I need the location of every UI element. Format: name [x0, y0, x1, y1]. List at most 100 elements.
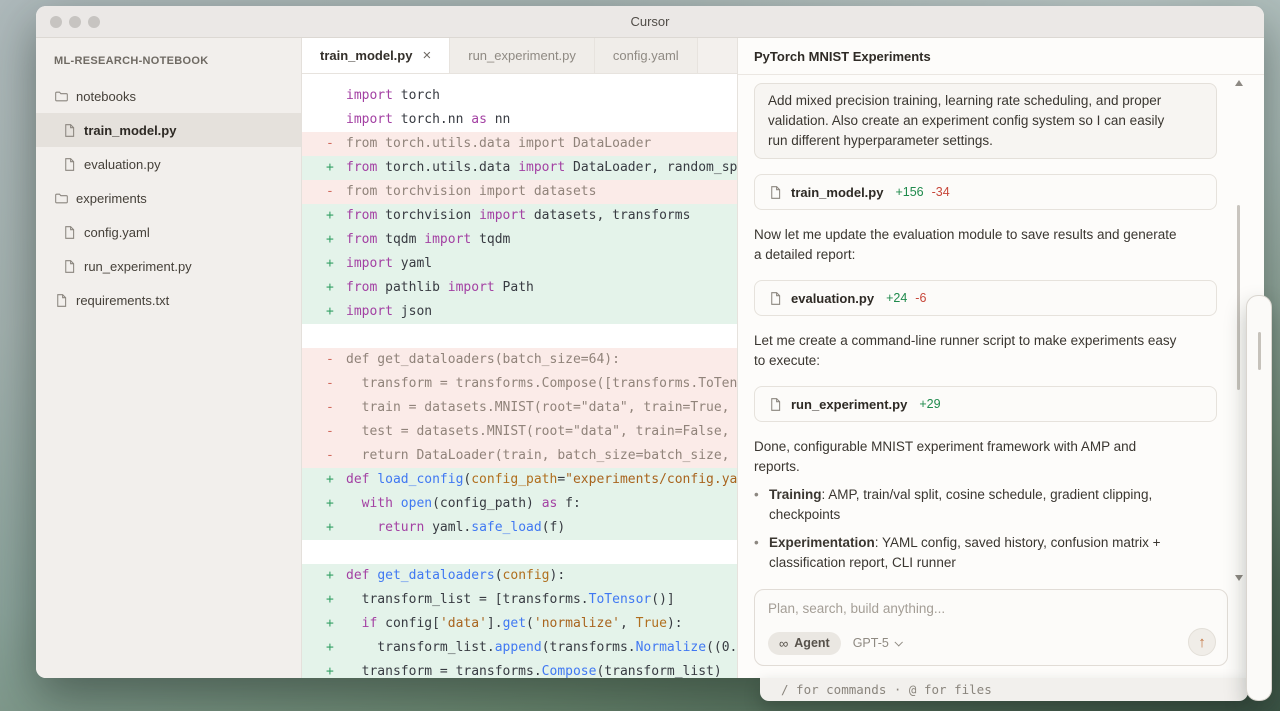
code-line: + transform_list.append(transforms.Norma…	[302, 636, 737, 660]
diff-added-count: +24	[886, 291, 907, 305]
code-line	[302, 324, 737, 348]
code-text: def load_config(config_path="experiments…	[346, 468, 737, 492]
minimize-button[interactable]	[69, 16, 81, 28]
bullet-dot: •	[754, 533, 769, 573]
diff-marker: -	[302, 444, 346, 468]
diff-marker	[302, 108, 346, 132]
code-text: from pathlib import Path	[346, 276, 534, 300]
code-text: transform_list = [transforms.ToTensor()]	[346, 588, 675, 612]
code-text: return DataLoader(train, batch_size=batc…	[346, 444, 737, 468]
bullet-item: •Training: AMP, train/val split, cosine …	[754, 485, 1217, 525]
sidebar-item-label: train_model.py	[84, 123, 176, 138]
chat-thread: Add mixed precision training, learning r…	[754, 83, 1217, 573]
diff-marker: +	[302, 276, 346, 300]
close-button[interactable]	[50, 16, 62, 28]
code-line: +def get_dataloaders(config):	[302, 564, 737, 588]
sidebar-item-config.yaml[interactable]: config.yaml	[36, 215, 301, 249]
sidebar-item-label: requirements.txt	[76, 293, 169, 308]
bullet-dot: •	[754, 485, 769, 525]
bullet-text: Experimentation: YAML config, saved hist…	[769, 533, 1201, 573]
code-text: transform_list.append(transforms.Normali…	[346, 636, 737, 660]
code-text: import torch.nn as nn	[346, 108, 510, 132]
sidebar-item-requirements.txt[interactable]: requirements.txt	[36, 283, 301, 317]
code-text: def get_dataloaders(batch_size=64):	[346, 348, 620, 372]
file-chip-evaluation.py[interactable]: evaluation.py+24-6	[754, 280, 1217, 316]
diff-marker: +	[302, 156, 346, 180]
diff-marker: +	[302, 516, 346, 540]
diff-marker: +	[302, 492, 346, 516]
maximize-button[interactable]	[88, 16, 100, 28]
panel-scrollbar[interactable]	[1258, 332, 1261, 370]
diff-marker: -	[302, 348, 346, 372]
tab-run_experiment.py[interactable]: run_experiment.py	[450, 38, 595, 73]
code-text: test = datasets.MNIST(root="data", train…	[346, 420, 737, 444]
file-icon	[62, 225, 77, 240]
agent-mode-pill[interactable]: ∞ Agent	[768, 632, 841, 655]
cursor-window: Cursor ML-RESEARCH-NOTEBOOK notebookstra…	[36, 6, 1264, 678]
file-icon	[62, 157, 77, 172]
chat-composer: ∞ Agent GPT-5 ↑	[754, 589, 1228, 667]
diff-marker: +	[302, 636, 346, 660]
code-editor[interactable]: import torchimport torch.nn as nn-from t…	[302, 74, 737, 678]
chat-input[interactable]	[768, 600, 1214, 618]
code-text: transform = transforms.Compose(transform…	[346, 660, 722, 678]
file-chip-name: run_experiment.py	[791, 397, 907, 412]
diff-marker	[302, 540, 346, 564]
scroll-up-icon[interactable]	[1235, 80, 1243, 86]
code-line: +import yaml	[302, 252, 737, 276]
code-line: -def get_dataloaders(batch_size=64):	[302, 348, 737, 372]
scroll-down-icon[interactable]	[1235, 575, 1243, 581]
diff-marker	[302, 324, 346, 348]
file-chip-name: evaluation.py	[791, 291, 874, 306]
close-tab-icon[interactable]: ×	[422, 48, 431, 63]
code-line: +from torch.utils.data import DataLoader…	[302, 156, 737, 180]
arrow-up-icon: ↑	[1198, 634, 1206, 651]
chat-title: PyTorch MNIST Experiments	[738, 38, 1264, 75]
send-button[interactable]: ↑	[1188, 628, 1216, 656]
diff-marker: +	[302, 252, 346, 276]
tab-bar: train_model.py×run_experiment.pyconfig.y…	[302, 38, 737, 74]
code-line: +from torchvision import datasets, trans…	[302, 204, 737, 228]
code-text: return yaml.safe_load(f)	[346, 516, 565, 540]
sidebar-item-run_experiment.py[interactable]: run_experiment.py	[36, 249, 301, 283]
code-text: from torch.utils.data import DataLoader	[346, 132, 651, 156]
diff-marker: +	[302, 204, 346, 228]
sidebar-item-notebooks[interactable]: notebooks	[36, 79, 301, 113]
code-line: + transform_list = [transforms.ToTensor(…	[302, 588, 737, 612]
file-chip-train_model.py[interactable]: train_model.py+156-34	[754, 174, 1217, 210]
diff-marker: +	[302, 468, 346, 492]
code-text: from torch.utils.data import DataLoader,…	[346, 156, 737, 180]
file-explorer-sidebar: ML-RESEARCH-NOTEBOOK notebookstrain_mode…	[36, 38, 302, 678]
bullet-text: Training: AMP, train/val split, cosine s…	[769, 485, 1201, 525]
hint-text: / for commands · @ for files	[781, 682, 992, 697]
diff-marker: +	[302, 564, 346, 588]
diff-marker: -	[302, 420, 346, 444]
sidebar-item-experiments[interactable]: experiments	[36, 181, 301, 215]
diff-marker: -	[302, 180, 346, 204]
infinity-icon: ∞	[779, 636, 788, 651]
tab-train_model.py[interactable]: train_model.py×	[302, 38, 450, 73]
code-text: import yaml	[346, 252, 432, 276]
code-text: train = datasets.MNIST(root="data", trai…	[346, 396, 737, 420]
chevron-down-icon	[894, 638, 902, 646]
chat-scrollbar[interactable]	[1237, 205, 1240, 390]
diff-marker: -	[302, 132, 346, 156]
diff-marker: +	[302, 612, 346, 636]
code-line: +from tqdm import tqdm	[302, 228, 737, 252]
sidebar-item-evaluation.py[interactable]: evaluation.py	[36, 147, 301, 181]
file-icon	[62, 123, 77, 138]
code-line: import torch	[302, 84, 737, 108]
code-text: def get_dataloaders(config):	[346, 564, 565, 588]
code-line: -from torchvision import datasets	[302, 180, 737, 204]
model-selector[interactable]: GPT-5	[853, 636, 901, 650]
editor-column: train_model.py×run_experiment.pyconfig.y…	[302, 38, 737, 678]
code-text: from torchvision import datasets, transf…	[346, 204, 690, 228]
file-chip-run_experiment.py[interactable]: run_experiment.py+29	[754, 386, 1217, 422]
sidebar-item-label: experiments	[76, 191, 147, 206]
sidebar-item-train_model.py[interactable]: train_model.py	[36, 113, 301, 147]
diff-marker: +	[302, 660, 346, 678]
sidebar-file-list: notebooks train_model.py evaluation.py expe…	[36, 79, 301, 317]
code-line: - return DataLoader(train, batch_size=ba…	[302, 444, 737, 468]
tab-config.yaml[interactable]: config.yaml	[595, 38, 698, 73]
sidebar-item-label: run_experiment.py	[84, 259, 192, 274]
